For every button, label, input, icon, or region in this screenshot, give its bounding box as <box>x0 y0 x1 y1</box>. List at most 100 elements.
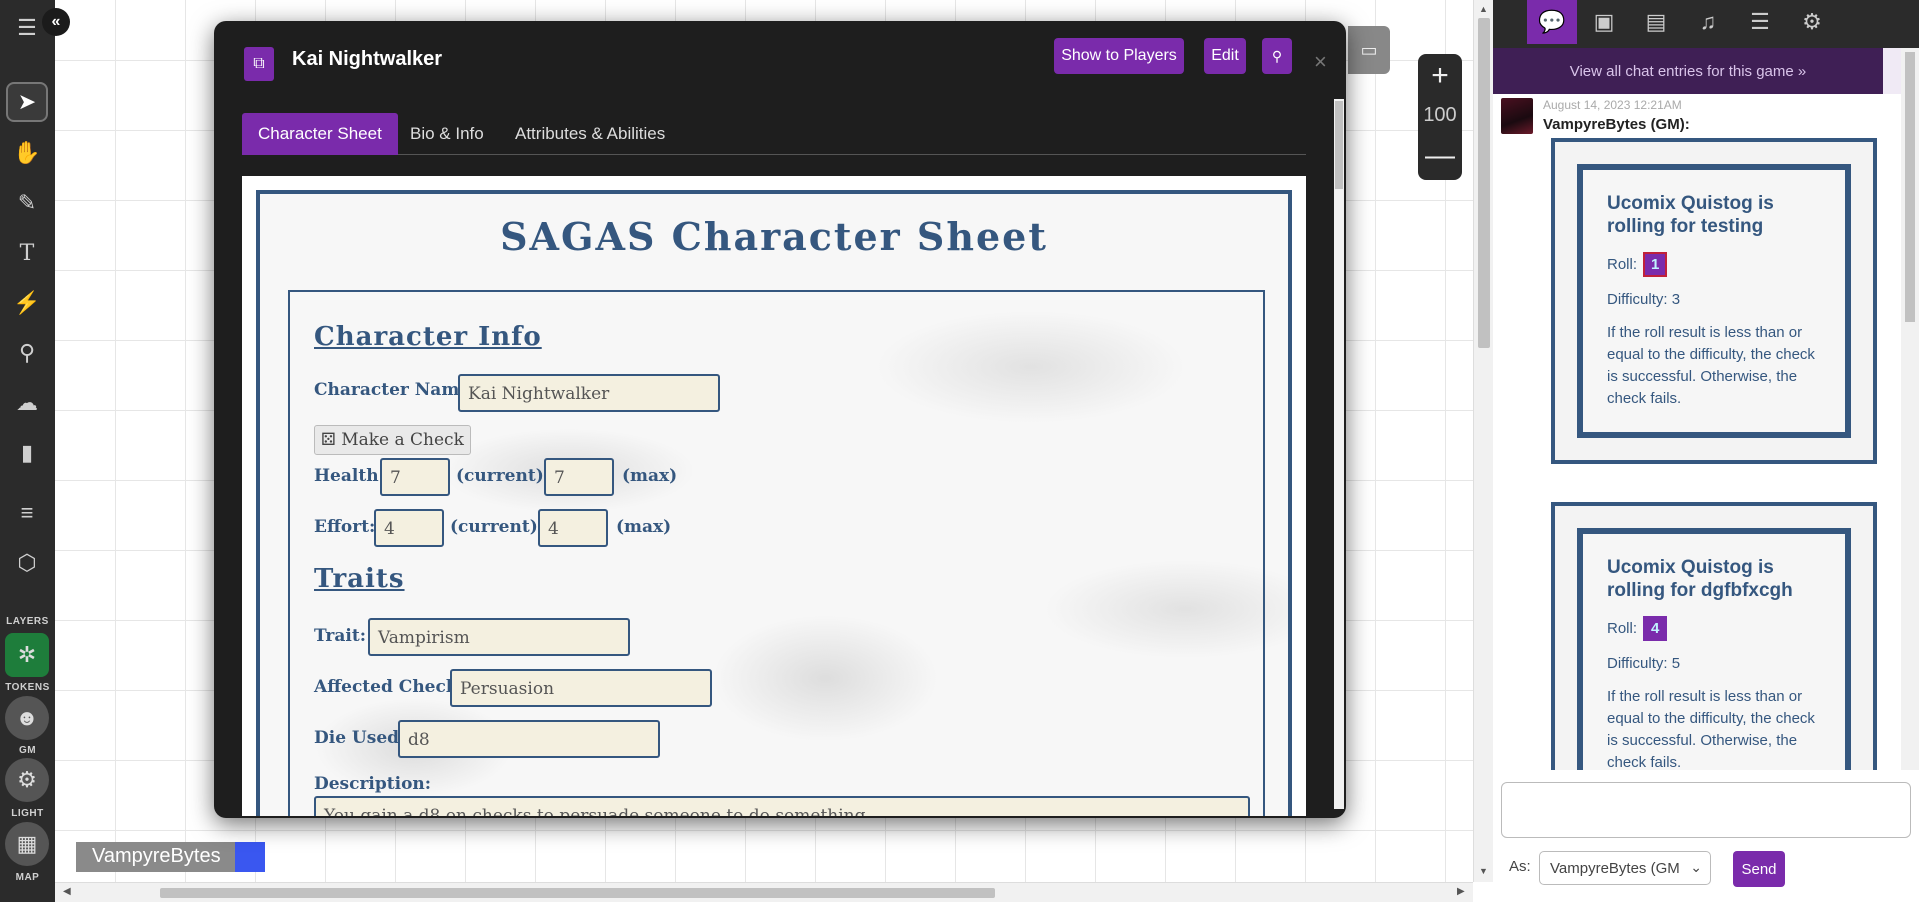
scrollbar-thumb[interactable] <box>1478 18 1490 348</box>
roll-label: Roll: <box>1607 256 1638 273</box>
roll-card: Ucomix Quistog is rolling for testing Ro… <box>1551 138 1877 464</box>
speak-as-label: As: <box>1509 858 1531 875</box>
dice-icon[interactable]: ⬡ <box>6 543 48 583</box>
send-button[interactable]: Send <box>1733 851 1785 887</box>
zoom-control: + 100 — <box>1418 54 1462 180</box>
character-sheet: SAGAS Character Sheet Character Info Cha… <box>242 176 1306 816</box>
dialog-popout-icon[interactable]: ▭ <box>1348 26 1390 74</box>
lighting-layer-icon[interactable]: ⚙ <box>5 758 49 802</box>
avatar <box>1501 98 1533 134</box>
traits-heading: Traits <box>314 564 405 594</box>
effort-max-field[interactable]: 4 <box>538 509 608 547</box>
settings-icon[interactable]: ⚙ <box>1787 0 1837 44</box>
trait-label: Trait: <box>314 626 366 646</box>
light-label: LIGHT <box>11 808 44 819</box>
affected-check-label: Affected Check: <box>314 677 464 697</box>
player-color-swatch[interactable] <box>234 842 265 872</box>
player-tag[interactable]: VampyreBytes <box>76 842 265 872</box>
dialog-tabs: Character Sheet Bio & Info Attributes & … <box>242 113 1306 155</box>
show-to-players-button[interactable]: Show to Players <box>1054 38 1184 74</box>
health-current-label: (current) / <box>456 466 556 486</box>
tokens-layer-icon[interactable]: ✲ <box>5 633 49 677</box>
trait-field[interactable]: Vampirism <box>368 618 630 656</box>
health-current-field[interactable]: 7 <box>380 458 450 496</box>
menu-icon[interactable]: ☰ <box>6 8 48 48</box>
die-used-label: Die Used: <box>314 728 406 748</box>
chat-scrollbar[interactable] <box>1901 48 1919 770</box>
roll-result[interactable]: 4 <box>1643 616 1668 641</box>
chat-icon[interactable]: 💬 <box>1527 0 1577 44</box>
die-used-field[interactable]: d8 <box>398 720 660 758</box>
health-max-label: (max) <box>622 466 678 486</box>
tokens-label: TOKENS <box>5 682 50 693</box>
fog-cloud-icon[interactable]: ☁ <box>6 383 48 423</box>
zoom-out-button[interactable]: — <box>1418 138 1462 174</box>
health-max-field[interactable]: 7 <box>544 458 614 496</box>
zoom-level: 100 <box>1423 104 1457 126</box>
affected-check-field[interactable]: Persuasion <box>450 669 712 707</box>
select-tool-icon[interactable]: ➤ <box>6 82 48 122</box>
dialog-scrollbar[interactable] <box>1334 99 1344 809</box>
difficulty-text: Difficulty: 5 <box>1607 655 1681 672</box>
scrollbar-thumb[interactable] <box>1905 52 1915 322</box>
effort-max-label: (max) <box>616 517 672 537</box>
tab-character-sheet[interactable]: Character Sheet <box>242 113 398 155</box>
ping-lightning-icon[interactable]: ⚡ <box>6 283 48 323</box>
measure-icon[interactable]: ⚲ <box>6 333 48 373</box>
popout-icon[interactable]: ⧉ <box>244 47 274 81</box>
scroll-down-arrow-icon[interactable]: ▼ <box>1479 866 1488 876</box>
edit-button[interactable]: Edit <box>1204 38 1246 74</box>
player-name: VampyreBytes <box>76 842 235 872</box>
scrollbar-thumb[interactable] <box>1335 101 1343 189</box>
map-layer-icon[interactable]: ▦ <box>5 822 49 866</box>
effort-current-field[interactable]: 4 <box>374 509 444 547</box>
view-all-chat-link[interactable]: View all chat entries for this game » <box>1493 48 1883 94</box>
speak-as-select[interactable]: VampyreBytes (GM ⌄ <box>1539 851 1711 885</box>
character-info-section: Character Info Character Name: Kai Night… <box>288 290 1265 816</box>
tab-attributes-abilities[interactable]: Attributes & Abilities <box>499 113 681 155</box>
pan-hand-icon[interactable]: ✋ <box>6 133 48 173</box>
text-tool-icon[interactable]: T <box>6 233 48 273</box>
collapse-toolbar-icon[interactable]: « <box>42 8 70 36</box>
right-sidebar: 💬 ▣ ▤ ♫ ☰ ⚙ View all chat entries for th… <box>1493 0 1919 902</box>
dice-icon: ⚄ <box>321 430 336 450</box>
art-library-icon[interactable]: ▣ <box>1579 0 1629 44</box>
roll-title: Ucomix Quistog is rolling for dgfbfxcgh <box>1607 557 1793 601</box>
canvas-horizontal-scrollbar[interactable]: ◀ ▶ <box>55 882 1473 902</box>
make-check-label: Make a Check <box>341 430 464 450</box>
canvas-vertical-scrollbar[interactable]: ▲ ▼ <box>1473 0 1493 882</box>
ruler-icon[interactable]: ▮ <box>6 433 48 473</box>
make-a-check-button[interactable]: ⚄ Make a Check <box>314 425 471 455</box>
draw-brush-icon[interactable]: ✎ <box>6 183 48 223</box>
description-field[interactable]: You gain a d8 on checks to persuade some… <box>314 796 1250 816</box>
scroll-left-arrow-icon[interactable]: ◀ <box>63 886 71 897</box>
scroll-up-arrow-icon[interactable]: ▲ <box>1479 4 1488 14</box>
collections-icon[interactable]: ☰ <box>1735 0 1785 44</box>
chat-input[interactable] <box>1501 782 1911 838</box>
scroll-right-arrow-icon[interactable]: ▶ <box>1457 886 1465 897</box>
close-icon[interactable]: × <box>1314 49 1327 75</box>
turn-order-icon[interactable]: ≡ <box>6 493 48 533</box>
journal-icon[interactable]: ▤ <box>1631 0 1681 44</box>
scrollbar-thumb[interactable] <box>160 888 995 898</box>
jukebox-icon[interactable]: ♫ <box>1683 0 1733 44</box>
message-timestamp: August 14, 2023 12:21AM <box>1543 98 1682 112</box>
gm-layer-icon[interactable]: ☻ <box>5 696 49 740</box>
roll-line: Roll: 4 <box>1607 616 1821 641</box>
roll-line: Roll: 1 <box>1607 252 1821 277</box>
health-label: Health: <box>314 466 385 486</box>
tab-bio-info[interactable]: Bio & Info <box>394 113 500 155</box>
roll-result[interactable]: 1 <box>1643 252 1668 277</box>
character-dialog: ⧉ Kai Nightwalker Show to Players Edit ⚲… <box>214 21 1346 818</box>
search-icon[interactable]: ⚲ <box>1262 38 1292 74</box>
chevron-down-icon: ⌄ <box>1690 859 1702 875</box>
speak-as-value: VampyreBytes (GM <box>1550 860 1680 877</box>
roll-description: If the roll result is less than or equal… <box>1607 688 1815 770</box>
roll-card-inner: Ucomix Quistog is rolling for testing Ro… <box>1577 164 1851 438</box>
roll-title: Ucomix Quistog is rolling for testing <box>1607 193 1774 237</box>
roll-label: Roll: <box>1607 620 1638 637</box>
gm-label: GM <box>18 745 37 756</box>
left-toolbar: ☰ ➤ ✋ ✎ T ⚡ ⚲ ☁ ▮ ≡ ⬡ LAYERS ✲ TOKENS ☻ … <box>0 0 55 902</box>
zoom-in-button[interactable]: + <box>1418 58 1462 94</box>
character-name-field[interactable]: Kai Nightwalker <box>458 374 720 412</box>
